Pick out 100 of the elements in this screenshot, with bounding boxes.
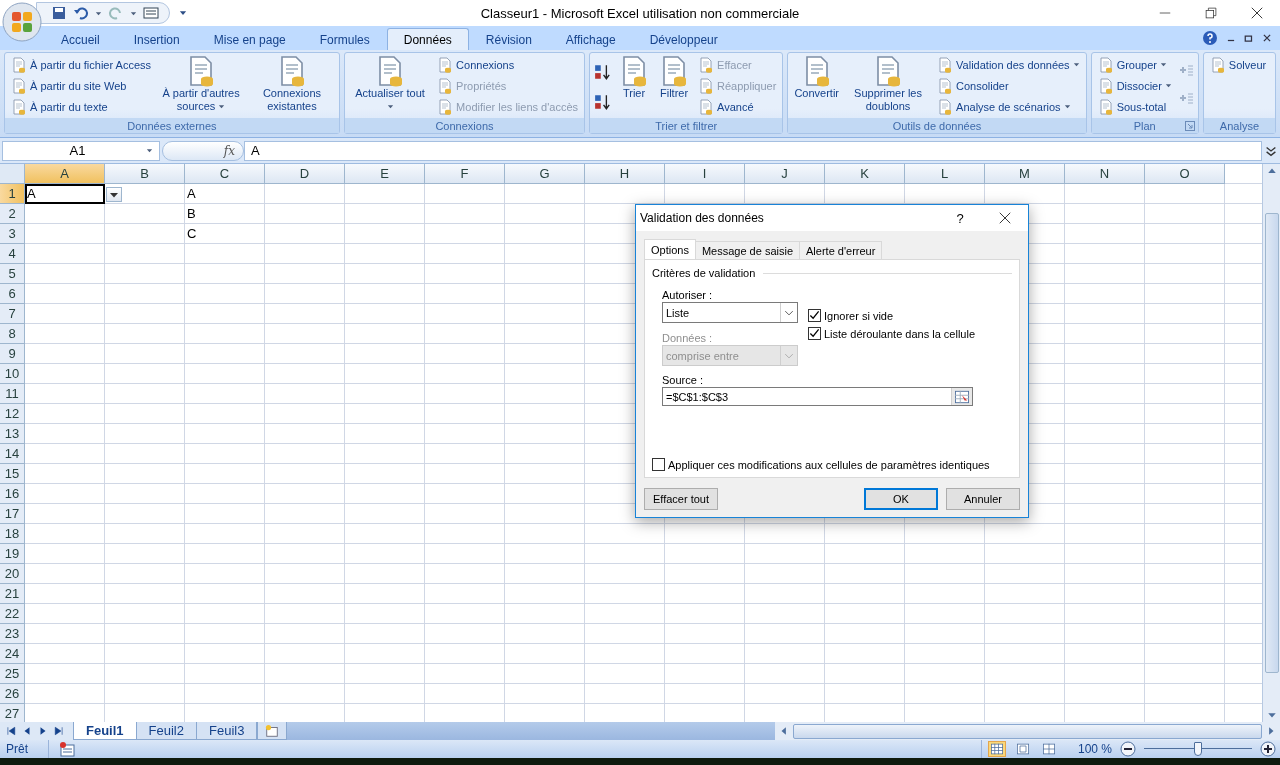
row-header[interactable]: 20	[0, 564, 25, 584]
ribbon-large-button[interactable]: Actualiser tout	[348, 55, 432, 116]
first-sheet-icon[interactable]	[6, 726, 16, 736]
sheet-tab[interactable]: Feuil3	[196, 722, 258, 740]
insert-sheet-button[interactable]	[257, 722, 288, 740]
row-header[interactable]: 23	[0, 624, 25, 644]
ribbon-large-button[interactable]: Filtrer	[656, 55, 693, 116]
dialog-launcher-icon[interactable]	[1184, 121, 1195, 131]
column-header[interactable]: B	[105, 164, 185, 184]
checkbox-label[interactable]: Liste déroulante dans la cellule	[824, 327, 976, 340]
ribbon-large-button[interactable]: Connexions existantes	[249, 55, 335, 116]
row-header[interactable]: 15	[0, 464, 25, 484]
row-header[interactable]: 14	[0, 444, 25, 464]
row-header[interactable]: 22	[0, 604, 25, 624]
form-icon[interactable]	[143, 5, 159, 21]
dialog-button[interactable]: OK	[864, 488, 938, 510]
ribbon-button[interactable]: Sous-total	[1095, 97, 1174, 116]
column-header[interactable]: F	[425, 164, 505, 184]
column-header[interactable]: I	[665, 164, 745, 184]
close-icon[interactable]	[1262, 33, 1272, 43]
row-header[interactable]: 25	[0, 664, 25, 684]
ribbon-tab[interactable]: Développeur	[632, 28, 735, 50]
row-header[interactable]: 26	[0, 684, 25, 704]
column-header[interactable]: N	[1065, 164, 1145, 184]
ribbon-large-button[interactable]: À partir d'autres sources	[157, 55, 246, 116]
ribbon-button[interactable]: Avancé	[696, 97, 779, 116]
column-header[interactable]: D	[265, 164, 345, 184]
help-icon[interactable]	[1202, 30, 1218, 46]
row-header[interactable]: 8	[0, 324, 25, 344]
cell-dropdown-button[interactable]	[106, 187, 122, 202]
row-header[interactable]: 21	[0, 584, 25, 604]
ribbon-button[interactable]: Consolider	[935, 76, 1082, 95]
name-box[interactable]: A1	[2, 140, 160, 161]
source-field[interactable]: =$C$1:$C$3	[662, 387, 973, 406]
ribbon-tab[interactable]: Révision	[468, 28, 549, 50]
restore-icon[interactable]	[1244, 33, 1254, 43]
ribbon-large-button[interactable]: Trier	[616, 55, 653, 116]
dialog-tab[interactable]: Message de saisie	[694, 241, 801, 259]
next-sheet-icon[interactable]	[38, 726, 48, 736]
row-header[interactable]: 27	[0, 704, 25, 722]
column-header[interactable]: K	[825, 164, 905, 184]
save-icon[interactable]	[51, 5, 67, 21]
ribbon-button[interactable]: À partir du texte	[9, 97, 154, 116]
checkbox-label[interactable]: Ignorer si vide	[824, 309, 894, 322]
column-header[interactable]: J	[745, 164, 825, 184]
dialog-tab[interactable]: Alerte d'erreur	[799, 241, 883, 259]
ribbon-button[interactable]: Grouper	[1095, 55, 1174, 74]
ribbon-tab[interactable]: Données	[386, 28, 469, 50]
row-header[interactable]: 3	[0, 224, 25, 244]
row-header[interactable]: 6	[0, 284, 25, 304]
row-header[interactable]: 16	[0, 484, 25, 504]
ribbon-large-button[interactable]: Convertir	[792, 55, 841, 116]
function-label[interactable]: fx	[223, 143, 235, 158]
row-header[interactable]: 1	[0, 184, 25, 204]
range-picker-button[interactable]	[951, 388, 972, 405]
sheet-tab[interactable]: Feuil1	[73, 722, 137, 740]
column-header[interactable]: A	[25, 164, 105, 184]
ribbon-button[interactable]: Solveur	[1207, 55, 1269, 75]
ribbon-button[interactable]: Connexions	[435, 55, 581, 74]
zoom-in-icon[interactable]	[1260, 741, 1276, 757]
column-header[interactable]: O	[1145, 164, 1225, 184]
scroll-thumb[interactable]	[1264, 213, 1279, 673]
ribbon-large-button[interactable]: Supprimer les doublons	[845, 55, 932, 116]
clear-all-button[interactable]: Effacer tout	[644, 488, 718, 510]
dialog-tab[interactable]: Options	[644, 239, 696, 259]
row-header[interactable]: 4	[0, 244, 25, 264]
ribbon-tab[interactable]: Accueil	[44, 28, 117, 50]
zoom-thumb[interactable]	[1194, 742, 1202, 756]
column-header[interactable]: M	[985, 164, 1065, 184]
row-header[interactable]: 10	[0, 364, 25, 384]
ribbon-tab[interactable]: Formules	[302, 28, 387, 50]
dialog-button[interactable]: Annuler	[946, 488, 1020, 510]
ribbon-button[interactable]: Analyse de scénarios	[935, 97, 1082, 116]
row-header[interactable]: 24	[0, 644, 25, 664]
row-header[interactable]: 19	[0, 544, 25, 564]
ribbon-tab[interactable]: Insertion	[116, 28, 197, 50]
ribbon-tab[interactable]: Mise en page	[196, 28, 303, 50]
row-header[interactable]: 12	[0, 404, 25, 424]
column-header[interactable]: E	[345, 164, 425, 184]
previous-sheet-icon[interactable]	[22, 726, 32, 736]
row-header[interactable]: 9	[0, 344, 25, 364]
help-button[interactable]: ?	[938, 205, 982, 231]
last-sheet-icon[interactable]	[54, 726, 64, 736]
column-header[interactable]: C	[185, 164, 265, 184]
view-button[interactable]	[987, 741, 1006, 757]
allow-select[interactable]: Liste	[662, 302, 798, 323]
row-header[interactable]: 7	[0, 304, 25, 324]
checkbox[interactable]	[808, 309, 821, 322]
row-header[interactable]: 5	[0, 264, 25, 284]
formula-input[interactable]: A	[244, 140, 1262, 161]
checkbox[interactable]	[808, 327, 821, 340]
row-header[interactable]: 11	[0, 384, 25, 404]
column-header[interactable]: H	[585, 164, 665, 184]
checkbox[interactable]	[652, 458, 665, 471]
horizontal-scrollbar[interactable]	[775, 722, 1280, 740]
checkbox-label[interactable]: Appliquer ces modifications aux cellules de paramètres identiques	[668, 458, 990, 471]
row-header[interactable]: 17	[0, 504, 25, 524]
ribbon-button[interactable]: À partir du site Web	[9, 76, 154, 95]
undo-icon[interactable]	[73, 5, 89, 21]
sheet-tab[interactable]: Feuil2	[135, 722, 197, 740]
